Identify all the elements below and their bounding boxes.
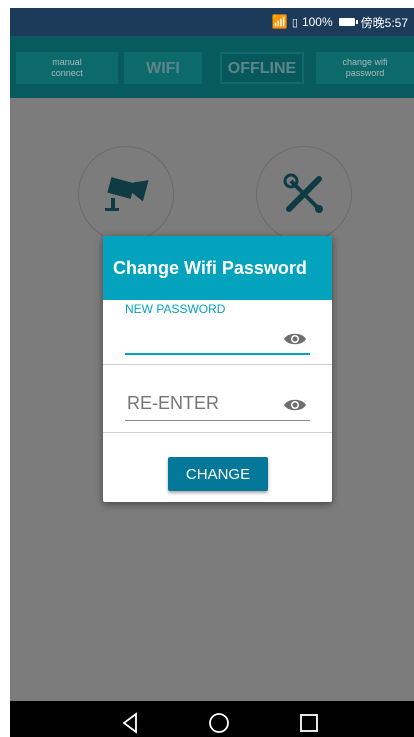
top-navigation: manual connect WIFI OFFLINE change wifi … xyxy=(10,36,414,98)
back-icon[interactable] xyxy=(120,711,140,735)
wifi-label: WIFI xyxy=(146,59,180,77)
battery-percent: 100% xyxy=(301,15,333,29)
camera-button[interactable] xyxy=(78,146,174,242)
reenter-underline xyxy=(125,420,310,421)
sim-icon: ▯ xyxy=(291,16,298,29)
settings-tools-button[interactable] xyxy=(256,146,352,242)
change-wifi-password-label: change wifi password xyxy=(342,57,388,78)
recent-apps-icon[interactable] xyxy=(298,711,320,735)
offline-label: OFFLINE xyxy=(227,59,297,77)
new-password-input[interactable] xyxy=(125,322,279,350)
manual-connect-button[interactable]: manual connect xyxy=(16,52,118,84)
system-navigation-bar xyxy=(10,701,414,737)
new-password-underline xyxy=(125,353,310,355)
change-wifi-password-dialog: Change Wifi Password NEW PASSWORD CHANGE xyxy=(103,236,332,502)
home-icon[interactable] xyxy=(207,711,231,735)
reenter-password-input[interactable] xyxy=(125,388,279,418)
tools-icon xyxy=(283,173,323,213)
divider xyxy=(103,364,332,365)
status-bar: 📶 ▯ 100% 傍晚5:57 xyxy=(10,8,414,36)
change-wifi-password-button[interactable]: change wifi password xyxy=(316,52,414,84)
clock: 傍晚5:57 xyxy=(360,15,408,30)
offline-tab[interactable]: OFFLINE xyxy=(220,52,304,84)
new-password-label: NEW PASSWORD xyxy=(125,302,226,316)
app-screen: 📶 ▯ 100% 傍晚5:57 manual connect WIFI OFFL… xyxy=(10,8,414,737)
manual-connect-label: manual connect xyxy=(51,57,83,78)
change-button[interactable]: CHANGE xyxy=(168,457,268,491)
eye-icon[interactable] xyxy=(283,332,307,346)
camera-icon xyxy=(105,177,149,211)
wifi-tab[interactable]: WIFI xyxy=(124,52,202,84)
battery-icon xyxy=(338,18,358,26)
dialog-title: Change Wifi Password xyxy=(103,236,332,300)
divider xyxy=(103,432,332,433)
eye-icon[interactable] xyxy=(283,398,307,412)
wifi-signal-icon: 📶 xyxy=(271,14,288,29)
